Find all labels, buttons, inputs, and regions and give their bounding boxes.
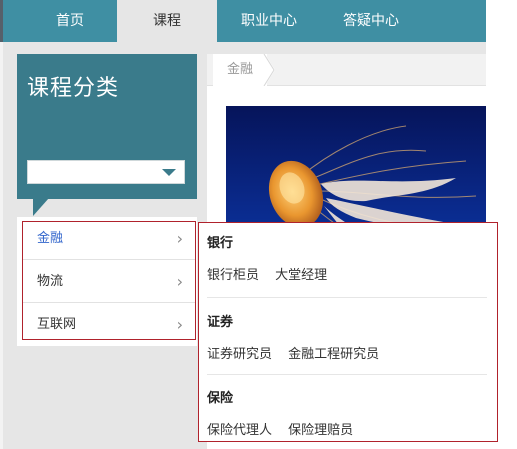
category-item-logistics[interactable]: 物流 › xyxy=(23,260,195,303)
job-link[interactable]: 大堂经理 xyxy=(275,268,327,283)
tab-home[interactable]: 首页 xyxy=(25,0,115,42)
group-links: 银行柜员 大堂经理 xyxy=(207,266,487,286)
job-link[interactable]: 金融工程研究员 xyxy=(288,347,379,362)
breadcrumb: 金融 xyxy=(207,54,486,86)
category-pointer xyxy=(33,198,49,216)
top-navigation: 首页 课程 职业中心 答疑中心 xyxy=(0,0,486,42)
chevron-right-icon: › xyxy=(176,315,183,334)
job-link[interactable]: 保险理赔员 xyxy=(288,423,353,438)
divider xyxy=(207,374,487,375)
category-list: 金融 › 物流 › 互联网 › xyxy=(17,217,197,346)
category-header: 课程分类 xyxy=(17,54,197,199)
divider xyxy=(207,297,487,298)
category-item-internet[interactable]: 互联网 › xyxy=(23,303,195,346)
subcategory-dropdown: 银行 银行柜员 大堂经理 证券 证券研究员 金融工程研究员 保险 保险代理人 保… xyxy=(198,222,498,442)
tab-course[interactable]: 课程 xyxy=(117,0,217,42)
group-title: 保险 xyxy=(207,391,234,406)
category-item-label: 互联网 xyxy=(37,317,77,332)
breadcrumb-item[interactable]: 金融 xyxy=(213,54,268,86)
category-item-label: 金融 xyxy=(37,231,64,246)
chevron-right-icon: › xyxy=(176,272,183,291)
category-select[interactable] xyxy=(27,160,185,184)
chevron-right-icon: › xyxy=(176,229,183,248)
tab-career-center[interactable]: 职业中心 xyxy=(221,0,317,42)
group-links: 证券研究员 金融工程研究员 xyxy=(207,345,487,365)
tab-qa-center[interactable]: 答疑中心 xyxy=(323,0,419,42)
chevron-down-icon xyxy=(162,169,176,176)
subcategory-group-banking: 银行 银行柜员 大堂经理 xyxy=(207,234,487,286)
job-link[interactable]: 保险代理人 xyxy=(207,423,272,438)
job-link[interactable]: 证券研究员 xyxy=(207,347,272,362)
subcategory-group-securities: 证券 证券研究员 金融工程研究员 xyxy=(207,313,487,365)
job-link[interactable]: 银行柜员 xyxy=(207,268,259,283)
group-title: 银行 xyxy=(207,236,234,251)
group-title: 证券 xyxy=(207,315,234,330)
subcategory-group-insurance: 保险 保险代理人 保险理赔员 xyxy=(207,389,487,441)
category-item-label: 物流 xyxy=(37,274,64,289)
category-item-finance[interactable]: 金融 › xyxy=(23,217,195,260)
breadcrumb-arrow-icon xyxy=(263,54,275,86)
category-title: 课程分类 xyxy=(27,76,120,101)
group-links: 保险代理人 保险理赔员 xyxy=(207,421,487,441)
